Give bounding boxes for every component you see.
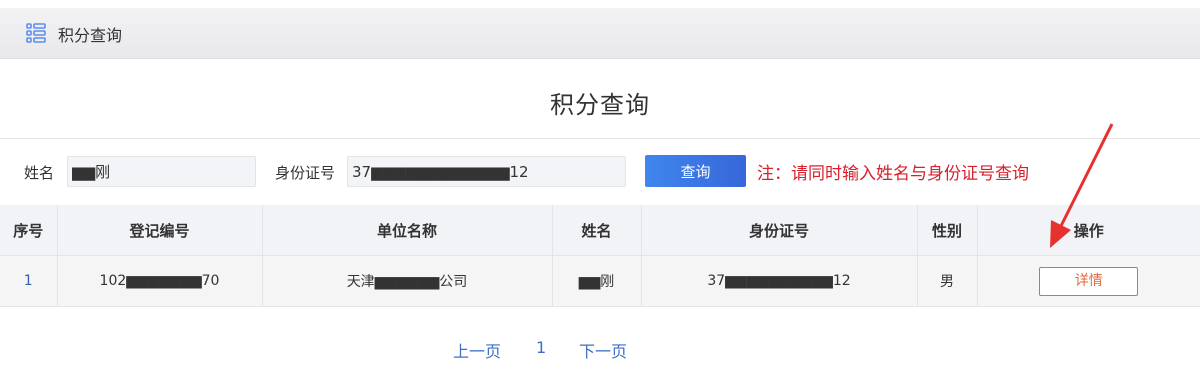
col-header-reg-no: 登记编号 bbox=[57, 205, 263, 256]
cell-reg-no: 102▆▆▆▆▆▆▆70 bbox=[57, 255, 263, 307]
cell-name: ▆▆刚 bbox=[552, 255, 642, 307]
id-number-input[interactable] bbox=[347, 156, 626, 187]
col-header-id-no: 身份证号 bbox=[641, 205, 918, 256]
table-header-row: 序号 登记编号 单位名称 姓名 身份证号 性别 操作 bbox=[0, 205, 1200, 256]
detail-button[interactable]: 详情 bbox=[1039, 266, 1139, 296]
list-menu-icon[interactable] bbox=[26, 23, 46, 43]
col-header-name: 姓名 bbox=[552, 205, 642, 256]
name-label: 姓名 bbox=[24, 164, 55, 182]
name-input[interactable] bbox=[67, 156, 256, 187]
id-label: 身份证号 bbox=[275, 164, 336, 182]
cell-unit: 天津▆▆▆▆▆▆公司 bbox=[262, 255, 553, 307]
divider bbox=[0, 138, 1200, 139]
cell-gender: 男 bbox=[917, 255, 978, 307]
cell-action: 详情 bbox=[977, 255, 1200, 307]
table-row: 1 102▆▆▆▆▆▆▆70 天津▆▆▆▆▆▆公司 ▆▆刚 37▆▆▆▆▆▆▆▆… bbox=[0, 255, 1200, 307]
col-header-unit: 单位名称 bbox=[262, 205, 553, 256]
query-button[interactable]: 查询 bbox=[645, 155, 746, 187]
col-header-index: 序号 bbox=[0, 205, 58, 256]
breadcrumb: 积分查询 bbox=[58, 26, 123, 45]
prev-page-link[interactable]: 上一页 bbox=[453, 338, 501, 362]
cell-id-no: 37▆▆▆▆▆▆▆▆▆▆12 bbox=[641, 255, 918, 307]
page-title: 积分查询 bbox=[550, 91, 650, 119]
page-number[interactable]: 1 bbox=[536, 338, 546, 357]
cell-index: 1 bbox=[0, 255, 58, 307]
red-arrow-annotation bbox=[1050, 123, 1114, 248]
header-bar: 积分查询 bbox=[0, 8, 1200, 59]
results-table: 序号 登记编号 单位名称 姓名 身份证号 性别 操作 1 102▆▆▆▆▆▆▆7… bbox=[0, 205, 1200, 307]
col-header-gender: 性别 bbox=[917, 205, 978, 256]
next-page-link[interactable]: 下一页 bbox=[579, 338, 627, 362]
query-note: 注：请同时输入姓名与身份证号查询 bbox=[757, 164, 1029, 184]
